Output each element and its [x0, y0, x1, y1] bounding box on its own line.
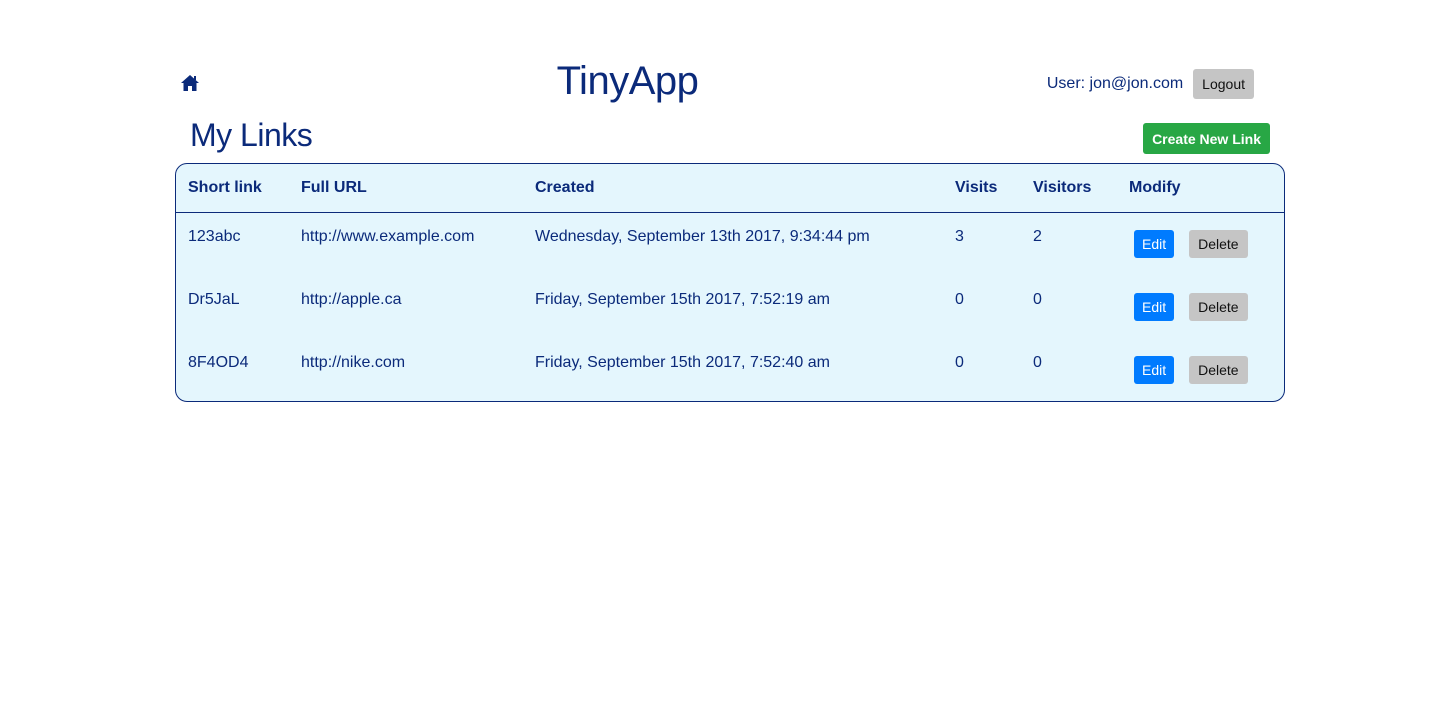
- full-url-cell: http://nike.com: [301, 354, 406, 371]
- column-header-created: Created: [535, 164, 955, 213]
- created-cell: Friday, September 15th 2017, 7:52:19 am: [535, 291, 830, 308]
- create-new-link-button[interactable]: Create New Link: [1143, 123, 1270, 154]
- page: TinyApp User: jon@jon.com Logout My Link…: [0, 0, 1440, 708]
- visits-cell: 0: [955, 291, 964, 308]
- visitors-cell: 0: [1033, 291, 1042, 308]
- home-icon: [181, 75, 199, 91]
- visitors-cell: 0: [1033, 354, 1042, 371]
- delete-button[interactable]: Delete: [1189, 356, 1248, 384]
- column-header-full-url: Full URL: [301, 164, 535, 213]
- full-url-cell: http://apple.ca: [301, 291, 402, 308]
- short-link-cell[interactable]: Dr5JaL: [188, 276, 301, 309]
- app-title: TinyApp: [556, 59, 699, 103]
- page-title: My Links: [190, 117, 313, 153]
- visits-cell: 0: [955, 354, 964, 371]
- table-header-row: Short link Full URL Created Visits Visit…: [176, 164, 1284, 213]
- delete-button[interactable]: Delete: [1189, 293, 1248, 321]
- edit-button[interactable]: Edit: [1134, 356, 1175, 384]
- modify-actions: Edit Delete: [1129, 339, 1284, 384]
- edit-button[interactable]: Edit: [1134, 230, 1175, 258]
- column-header-short-link: Short link: [176, 164, 301, 213]
- column-header-modify: Modify: [1129, 164, 1284, 213]
- links-table: Short link Full URL Created Visits Visit…: [175, 163, 1285, 402]
- logout-button[interactable]: Logout: [1193, 69, 1254, 99]
- created-cell: Friday, September 15th 2017, 7:52:40 am: [535, 354, 830, 371]
- table-row: 123abc http://www.example.com Wednesday,…: [176, 213, 1284, 277]
- created-cell: Wednesday, September 13th 2017, 9:34:44 …: [535, 228, 870, 245]
- visits-cell: 3: [955, 228, 964, 245]
- modify-actions: Edit Delete: [1129, 276, 1284, 321]
- visitors-cell: 2: [1033, 228, 1042, 245]
- column-header-visitors: Visitors: [1033, 164, 1129, 213]
- delete-button[interactable]: Delete: [1189, 230, 1248, 258]
- user-label: User: jon@jon.com: [1046, 75, 1184, 92]
- modify-actions: Edit Delete: [1129, 213, 1284, 258]
- column-header-visits: Visits: [955, 164, 1033, 213]
- user-block: User: jon@jon.com Logout: [1047, 69, 1254, 99]
- home-link[interactable]: [180, 74, 200, 92]
- edit-button[interactable]: Edit: [1134, 293, 1175, 321]
- short-link-cell[interactable]: 8F4OD4: [188, 339, 301, 372]
- short-link-cell[interactable]: 123abc: [188, 213, 301, 246]
- table-row: Dr5JaL http://apple.ca Friday, September…: [176, 276, 1284, 339]
- table-row: 8F4OD4 http://nike.com Friday, September…: [176, 339, 1284, 401]
- full-url-cell: http://www.example.com: [301, 228, 475, 245]
